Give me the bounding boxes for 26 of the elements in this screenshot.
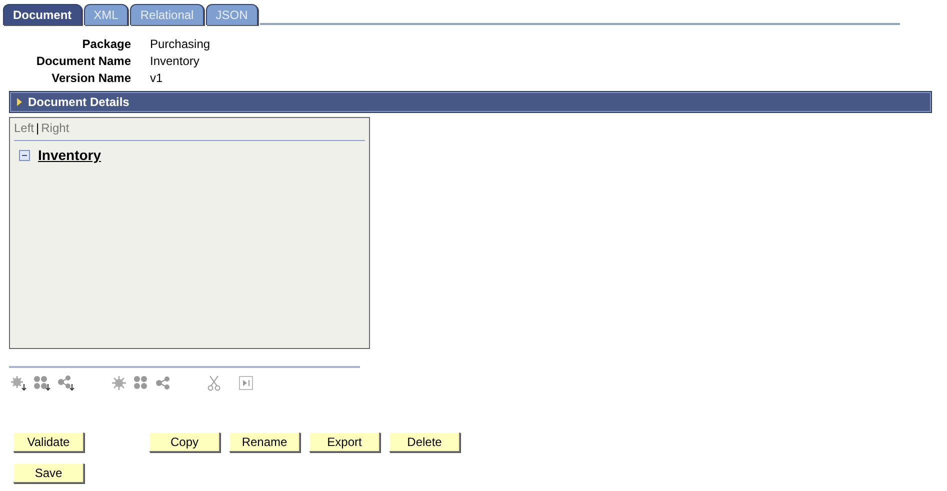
field-value: Purchasing xyxy=(150,37,212,51)
field-value: Inventory xyxy=(150,54,200,68)
skip-icon[interactable] xyxy=(239,376,253,390)
action-button[interactable]: Export xyxy=(309,432,380,452)
nodes-icon[interactable] xyxy=(133,375,149,391)
action-button[interactable]: Rename xyxy=(229,432,300,452)
collapse-icon[interactable] xyxy=(19,150,30,160)
separator: | xyxy=(36,121,40,135)
view-link[interactable]: Left xyxy=(14,121,34,135)
tree-node[interactable]: Inventory xyxy=(38,147,102,163)
field-value: v1 xyxy=(150,71,164,85)
nodes-icon[interactable] xyxy=(33,375,51,391)
action-button[interactable]: Validate xyxy=(13,432,84,452)
field-label: Version Name xyxy=(50,71,131,85)
gear-icon[interactable] xyxy=(9,375,27,391)
field-label: Package xyxy=(81,37,131,51)
branch-icon[interactable] xyxy=(57,375,75,391)
tab[interactable]: Document xyxy=(3,4,82,25)
view-link[interactable]: Right xyxy=(41,121,70,135)
action-button[interactable]: Save xyxy=(13,463,84,483)
scissors-icon[interactable] xyxy=(207,375,221,391)
section-title[interactable]: Document Details xyxy=(28,95,130,109)
action-button[interactable]: Copy xyxy=(149,432,220,452)
action-button[interactable]: Delete xyxy=(389,432,460,452)
expand-icon[interactable] xyxy=(16,98,24,106)
field-label: Document Name xyxy=(35,54,131,68)
